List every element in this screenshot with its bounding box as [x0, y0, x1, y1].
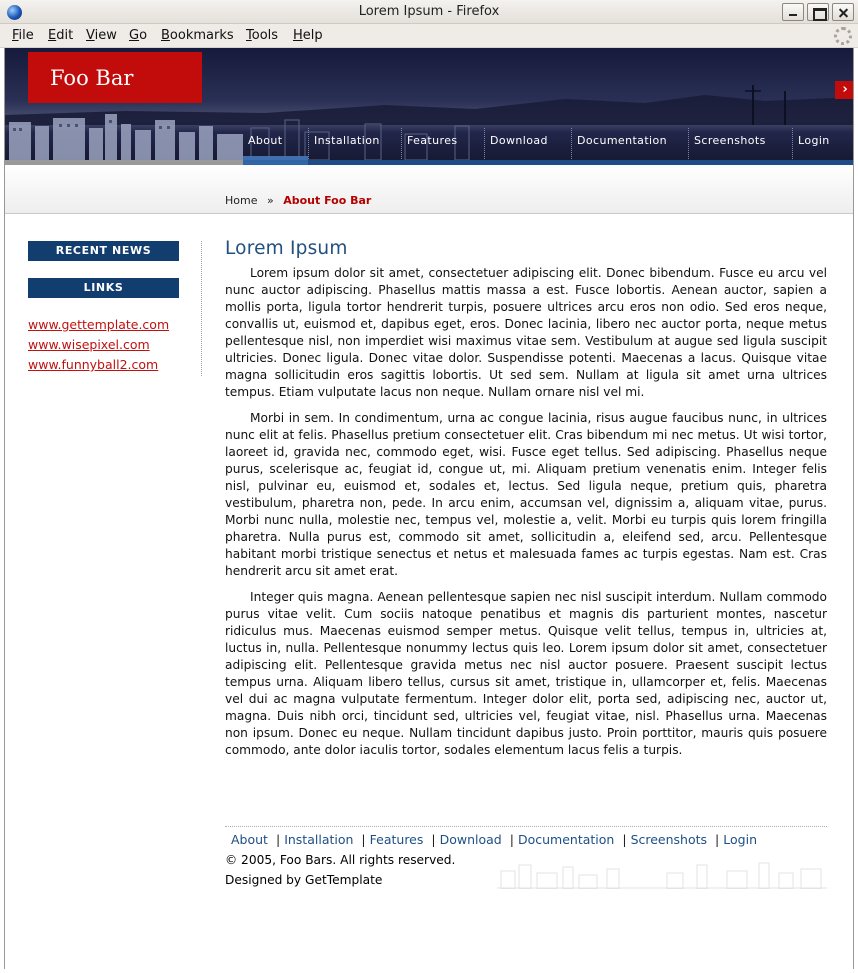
breadcrumb: Home » About Foo Bar [225, 194, 371, 207]
nav-screenshots[interactable]: Screenshots [688, 128, 792, 161]
footer-skyline-graphic [497, 862, 827, 889]
web-page: Foo Bar › About Installation Features Do… [4, 48, 854, 969]
links-heading[interactable]: LINKS [28, 278, 179, 298]
footer-link-about[interactable]: About [231, 832, 268, 847]
nav-about[interactable]: About [243, 128, 308, 161]
footer-separator: | [431, 832, 436, 847]
maximize-icon[interactable] [807, 3, 829, 21]
footer-link-features[interactable]: Features [370, 832, 424, 847]
recent-news-heading[interactable]: RECENT NEWS [28, 241, 179, 261]
nav-login[interactable]: Login [792, 128, 853, 161]
sidebar: RECENT NEWS LINKS www.gettemplate.com ww… [28, 241, 179, 375]
menu-file[interactable]: File [12, 28, 34, 43]
content-paragraph: Lorem ipsum dolor sit amet, consectetuer… [225, 266, 827, 399]
menu-bookmarks[interactable]: Bookmarks [161, 28, 234, 43]
footer-link-login[interactable]: Login [723, 832, 757, 847]
close-icon[interactable] [832, 3, 854, 21]
content-paragraph: Morbi in sem. In condimentum, urna ac co… [225, 411, 827, 578]
main-content: Lorem Ipsum Lorem ipsum dolor sit amet, … [225, 238, 827, 768]
menu-edit[interactable]: Edit [48, 28, 73, 43]
sidebar-link[interactable]: www.gettemplate.com [28, 315, 179, 335]
footer-separator: | [361, 832, 366, 847]
content-paragraph: Integer quis magna. Aenean pellentesque … [225, 590, 827, 757]
menubar: File Edit View Go Bookmarks Tools Help [0, 24, 858, 48]
breadcrumb-current: About Foo Bar [283, 194, 372, 207]
throbber-icon [834, 27, 852, 45]
page-heading: Lorem Ipsum [225, 238, 348, 259]
breadcrumb-home[interactable]: Home [225, 194, 257, 207]
footer-separator: | [275, 832, 281, 847]
window-title: Lorem Ipsum - Firefox [358, 4, 500, 19]
sidebar-link[interactable]: www.wisepixel.com [28, 335, 179, 355]
menu-go[interactable]: Go [129, 28, 147, 43]
breadcrumb-bar: Home » About Foo Bar [5, 165, 853, 214]
sidebar-divider [201, 241, 202, 376]
window-controls [782, 3, 854, 21]
sidebar-links: www.gettemplate.com www.wisepixel.com ww… [28, 315, 179, 375]
window-titlebar: Lorem Ipsum - Firefox [0, 0, 858, 24]
minimize-icon[interactable] [782, 3, 804, 21]
footer-link-installation[interactable]: Installation [284, 832, 353, 847]
sidebar-link[interactable]: www.funnyball2.com [28, 355, 179, 375]
site-footer: About | Installation | Features | Download | Doc… [225, 826, 827, 889]
menu-tools[interactable]: Tools [246, 28, 278, 43]
menu-help[interactable]: Help [293, 28, 323, 43]
footer-separator: | [622, 832, 627, 847]
nav-features[interactable]: Features [401, 128, 484, 161]
nav-installation[interactable]: Installation [308, 128, 401, 161]
nav-download[interactable]: Download [484, 128, 571, 161]
footer-link-screenshots[interactable]: Screenshots [631, 832, 707, 847]
menu-view[interactable]: View [86, 28, 117, 43]
site-header: Foo Bar › About Installation Features Do… [5, 48, 853, 165]
main-navigation: About Installation Features Download Doc… [5, 48, 853, 165]
footer-link-documentation[interactable]: Documentation [518, 832, 614, 847]
footer-separator: | [715, 832, 720, 847]
nav-documentation[interactable]: Documentation [571, 128, 688, 161]
footer-links: About | Installation | Features | Download | Doc… [225, 826, 827, 847]
breadcrumb-separator: » [266, 194, 274, 207]
footer-separator: | [509, 832, 514, 847]
footer-link-download[interactable]: Download [440, 832, 502, 847]
